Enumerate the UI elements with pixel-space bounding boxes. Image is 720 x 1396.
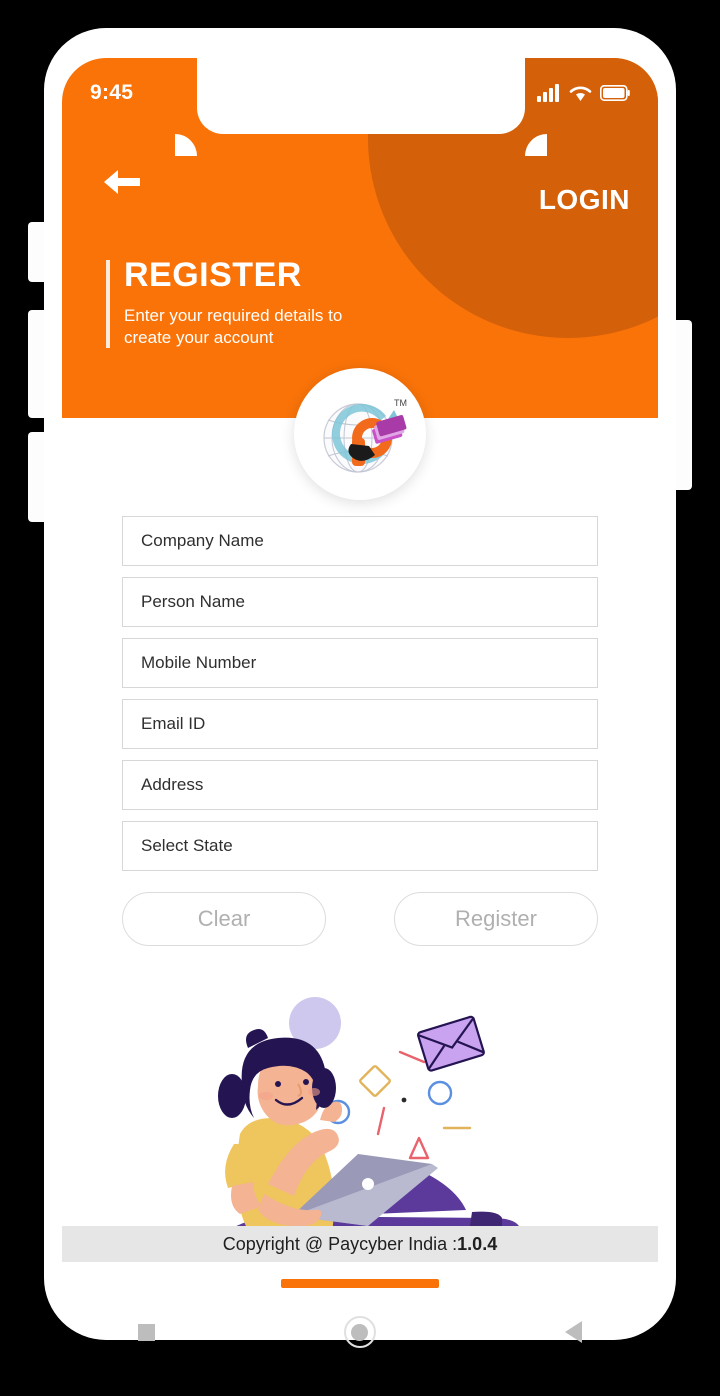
woman-figure — [212, 1029, 520, 1246]
home-indicator — [281, 1279, 439, 1288]
battery-icon — [600, 85, 630, 101]
input-address[interactable]: Address — [122, 760, 598, 810]
signal-icon — [537, 84, 559, 102]
registration-form: Company Name Person Name Mobile Number E… — [122, 516, 598, 946]
circle-icon[interactable] — [343, 1316, 376, 1348]
login-link[interactable]: LOGIN — [539, 184, 630, 216]
input-person-name[interactable]: Person Name — [122, 577, 598, 627]
copyright-text: Copyright @ Paycyber India : — [222, 1233, 458, 1254]
paycyber-logo-mark: TM — [323, 398, 407, 473]
android-nav-bar — [44, 1296, 676, 1368]
form-actions: Clear Register — [122, 892, 598, 946]
heading-accent-bar — [106, 260, 110, 348]
register-button[interactable]: Register — [394, 892, 598, 946]
input-company-name[interactable]: Company Name — [122, 516, 598, 566]
status-icons — [537, 84, 630, 102]
status-time: 9:45 — [90, 81, 134, 104]
woman-with-laptop-illustration — [212, 997, 520, 1246]
app-logo: TM — [294, 368, 426, 500]
footer-copyright: Copyright @ Paycyber India : 1.0.4 — [62, 1226, 658, 1262]
input-email-id[interactable]: Email ID — [122, 699, 598, 749]
app-header: 9:45 LOGIN REGISTER Enter your required … — [62, 58, 658, 418]
envelope-icon — [417, 1015, 485, 1072]
back-arrow-icon[interactable] — [102, 166, 142, 203]
triangle-back-icon[interactable] — [564, 1321, 582, 1343]
wifi-icon — [569, 86, 592, 101]
input-mobile-number[interactable]: Mobile Number — [122, 638, 598, 688]
select-state-dropdown[interactable]: Select State — [122, 821, 598, 871]
floating-shapes — [325, 1015, 485, 1160]
page-title: REGISTER — [124, 256, 302, 294]
clear-button[interactable]: Clear — [122, 892, 326, 946]
phone-body: 9:45 LOGIN REGISTER Enter your required … — [44, 28, 676, 1340]
version-number: 1.0.4 — [457, 1233, 498, 1254]
screenshot-root: 9:45 LOGIN REGISTER Enter your required … — [0, 0, 720, 1396]
status-bar: 9:45 — [62, 76, 658, 110]
phone-screen: 9:45 LOGIN REGISTER Enter your required … — [62, 58, 658, 1306]
square-icon[interactable] — [138, 1323, 156, 1341]
register-heading-block: REGISTER Enter your required details to … — [106, 256, 374, 349]
page-subtitle: Enter your required details to create yo… — [124, 306, 343, 347]
trademark-label: TM — [394, 398, 407, 408]
power-button[interactable] — [674, 320, 692, 490]
